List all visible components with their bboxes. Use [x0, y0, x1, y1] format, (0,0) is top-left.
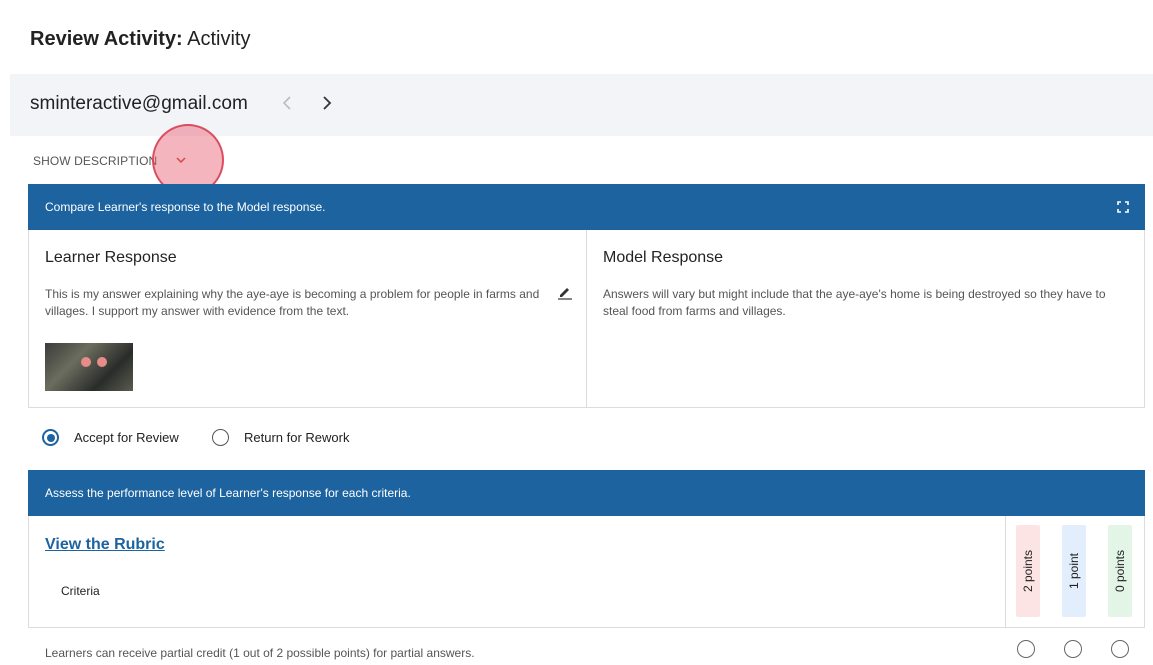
compare-banner: Compare Learner's response to the Model …	[28, 184, 1145, 230]
compare-banner-text: Compare Learner's response to the Model …	[45, 200, 326, 214]
view-rubric-link[interactable]: View the Rubric	[45, 536, 165, 554]
page-title-label: Review Activity:	[30, 28, 183, 50]
model-response-heading: Model Response	[603, 249, 724, 266]
score-2-radio[interactable]	[1017, 640, 1035, 658]
chevron-left-icon[interactable]	[276, 90, 298, 116]
points-0-header: 0 points	[1108, 525, 1132, 617]
assess-banner-text: Assess the performance level of Learner'…	[45, 486, 411, 500]
score-0-radio[interactable]	[1111, 640, 1129, 658]
accept-label: Accept for Review	[74, 430, 179, 445]
learner-response-text: This is my answer explaining why the aye…	[45, 287, 540, 318]
edit-icon[interactable]	[557, 284, 573, 300]
rubric-panel: View the Rubric Criteria 2 points 1 poin…	[28, 516, 1145, 628]
points-1-header: 1 point	[1062, 525, 1086, 617]
show-description-toggle[interactable]: SHOW DESCRIPTION	[33, 154, 157, 168]
criteria-header: Criteria	[61, 584, 100, 598]
learner-response-heading: Learner Response	[45, 249, 177, 266]
criteria-row-text: Learners can receive partial credit (1 o…	[45, 646, 475, 660]
return-radio[interactable]	[212, 429, 229, 446]
accept-for-review-option[interactable]: Accept for Review	[42, 429, 179, 446]
learner-response-panel: Learner Response This is my answer expla…	[29, 230, 587, 407]
model-response-panel: Model Response Answers will vary but mig…	[587, 230, 1145, 407]
learner-image-thumbnail[interactable]	[45, 343, 133, 391]
learner-email: sminteractive@gmail.com	[30, 93, 248, 114]
accept-radio[interactable]	[42, 429, 59, 446]
points-2-header: 2 points	[1016, 525, 1040, 617]
fullscreen-icon[interactable]	[1117, 200, 1129, 213]
page-title-activity: Activity	[182, 28, 251, 50]
chevron-right-icon[interactable]	[316, 90, 338, 116]
page-title: Review Activity: Activity	[30, 28, 250, 51]
model-response-text: Answers will vary but might include that…	[603, 287, 1106, 318]
score-1-radio[interactable]	[1064, 640, 1082, 658]
assess-banner: Assess the performance level of Learner'…	[28, 470, 1145, 516]
return-for-rework-option[interactable]: Return for Rework	[212, 429, 349, 446]
points-divider	[1005, 516, 1006, 627]
responses-panel: Learner Response This is my answer expla…	[28, 230, 1145, 408]
return-label: Return for Rework	[244, 430, 350, 445]
